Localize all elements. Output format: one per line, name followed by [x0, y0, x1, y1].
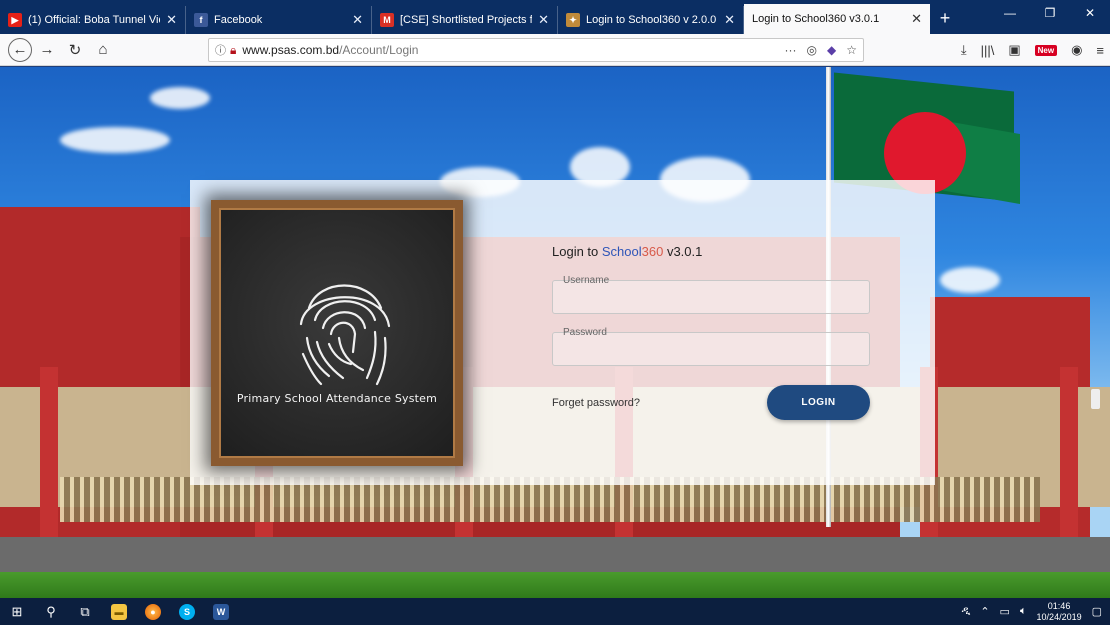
- pocket-icon[interactable]: ◎: [807, 43, 817, 57]
- tab-gmail[interactable]: M [CSE] Shortlisted Projects from ✕: [372, 6, 558, 34]
- tab-close-icon[interactable]: ✕: [538, 12, 549, 28]
- maximize-icon[interactable]: ❐: [1030, 0, 1070, 26]
- windows-taskbar: ⊞ ⚲ ⧉ ▬ ● S W ዲ ⌃ ▭ 🔈︎ 01:46 10/24/2019 …: [0, 598, 1110, 625]
- school360-icon: ✦: [566, 13, 580, 27]
- password-input[interactable]: [561, 343, 861, 361]
- account-icon[interactable]: ◉: [1071, 42, 1082, 58]
- brand-text: School: [601, 244, 642, 259]
- clock[interactable]: 01:46 10/24/2019: [1037, 601, 1082, 623]
- tray-expand-icon[interactable]: ⌃: [980, 605, 989, 618]
- browser-toolbar: ⤓ |||\ ▣ New ◉ ≡: [961, 38, 1104, 62]
- tab-close-icon[interactable]: ✕: [352, 12, 363, 28]
- pillar: [40, 367, 58, 557]
- fingerprint-icon: [299, 284, 391, 386]
- tab-facebook[interactable]: f Facebook ✕: [186, 6, 372, 34]
- browser-nav-bar: ← → ↻ ⌂ ⓘ 🔒︎ www.psas.com.bd/Account/Log…: [0, 34, 1110, 66]
- tab-close-icon[interactable]: ✕: [724, 12, 735, 28]
- login-title: Login to School360 v3.0.1: [552, 244, 702, 259]
- tab-youtube[interactable]: ▶ (1) Official: Boba Tunnel Video ✕: [0, 6, 186, 34]
- tab-close-icon[interactable]: ✕: [166, 12, 177, 28]
- bookmark-star-icon[interactable]: ☆: [846, 43, 857, 57]
- youtube-icon: ▶: [8, 13, 22, 27]
- forward-icon[interactable]: →: [34, 37, 60, 63]
- browser-tab-bar: ▶ (1) Official: Boba Tunnel Video ✕ f Fa…: [0, 0, 1110, 34]
- facebook-icon: f: [194, 13, 208, 27]
- title-prefix: Login to: [552, 244, 602, 259]
- gmail-icon: M: [380, 13, 394, 27]
- clock-date: 10/24/2019: [1036, 611, 1082, 622]
- system-name-caption: Primary School Attendance System: [236, 392, 438, 405]
- page-actions-icon[interactable]: ···: [785, 43, 797, 57]
- battery-icon[interactable]: ▭: [1000, 605, 1010, 618]
- url-path: /Account/Login: [339, 43, 419, 57]
- library-icon[interactable]: |||\: [981, 43, 995, 58]
- close-window-icon[interactable]: ✕: [1070, 0, 1110, 26]
- task-view-icon[interactable]: ⧉: [68, 598, 102, 625]
- start-icon[interactable]: ⊞: [0, 598, 34, 625]
- tab-close-icon[interactable]: ✕: [911, 11, 922, 27]
- scrollbar-thumb[interactable]: [1091, 389, 1100, 409]
- pillar: [1060, 367, 1078, 557]
- notification-icon[interactable]: ▢: [1092, 605, 1102, 618]
- ground: [0, 537, 1110, 577]
- firefox-icon[interactable]: ●: [136, 598, 170, 625]
- menu-icon[interactable]: ≡: [1096, 43, 1104, 58]
- reload-icon[interactable]: ↻: [62, 37, 88, 63]
- back-icon[interactable]: ←: [8, 37, 32, 62]
- file-explorer-icon[interactable]: ▬: [102, 598, 136, 625]
- window-controls: — ❐ ✕: [990, 0, 1110, 30]
- tab-label: Facebook: [214, 14, 263, 26]
- url-host: www.psas.com.bd: [242, 43, 340, 57]
- skype-icon[interactable]: S: [170, 598, 204, 625]
- tab-label: [CSE] Shortlisted Projects from: [400, 14, 533, 26]
- cloud: [940, 267, 1000, 293]
- username-label: Username: [563, 275, 610, 286]
- home-icon[interactable]: ⌂: [90, 37, 116, 63]
- cloud: [150, 87, 210, 109]
- tab-label: Login to School360 v3.0.1: [752, 13, 880, 25]
- address-bar[interactable]: ⓘ 🔒︎ www.psas.com.bd/Account/Login ··· ◎…: [208, 38, 864, 62]
- forgot-password-link[interactable]: Forget password?: [552, 397, 640, 409]
- new-badge-icon[interactable]: New: [1034, 44, 1058, 56]
- password-field-group: Password: [552, 327, 870, 366]
- new-tab-button[interactable]: +: [930, 8, 960, 29]
- word-icon[interactable]: W: [204, 598, 238, 625]
- info-icon[interactable]: ⓘ: [215, 42, 226, 58]
- minimize-icon[interactable]: —: [990, 0, 1030, 26]
- clock-time: 01:46: [1047, 600, 1071, 611]
- extension-icon[interactable]: ◆: [827, 43, 836, 57]
- cloud: [60, 127, 170, 153]
- url-actions: ··· ◎ ◆ ☆: [785, 43, 857, 57]
- version-text: v3.0.1: [663, 244, 703, 259]
- grass: [0, 572, 1110, 598]
- reader-view-icon[interactable]: ▣: [1008, 42, 1020, 58]
- brand-number: 360: [641, 244, 664, 259]
- logo-chalkboard: Primary School Attendance System: [211, 200, 463, 466]
- tab-school360-v2[interactable]: ✦ Login to School360 v 2.0.0 ✕: [558, 6, 744, 34]
- search-icon[interactable]: ⚲: [34, 598, 68, 625]
- download-icon[interactable]: ⤓: [961, 42, 967, 58]
- tab-school360-v3[interactable]: Login to School360 v3.0.1 ✕: [744, 4, 930, 34]
- insecure-lock-icon[interactable]: 🔒︎: [230, 43, 236, 58]
- tab-label: Login to School360 v 2.0.0: [586, 14, 717, 26]
- tab-label: (1) Official: Boba Tunnel Video: [28, 14, 160, 26]
- username-field-group: Username: [552, 275, 870, 314]
- username-input[interactable]: [561, 291, 861, 309]
- login-button[interactable]: LOGIN: [767, 385, 870, 420]
- system-tray: ዲ ⌃ ▭ 🔈︎ 01:46 10/24/2019 ▢: [962, 601, 1110, 623]
- volume-icon[interactable]: 🔈︎: [1020, 605, 1027, 618]
- people-icon[interactable]: ዲ: [962, 605, 971, 618]
- password-label: Password: [563, 327, 607, 338]
